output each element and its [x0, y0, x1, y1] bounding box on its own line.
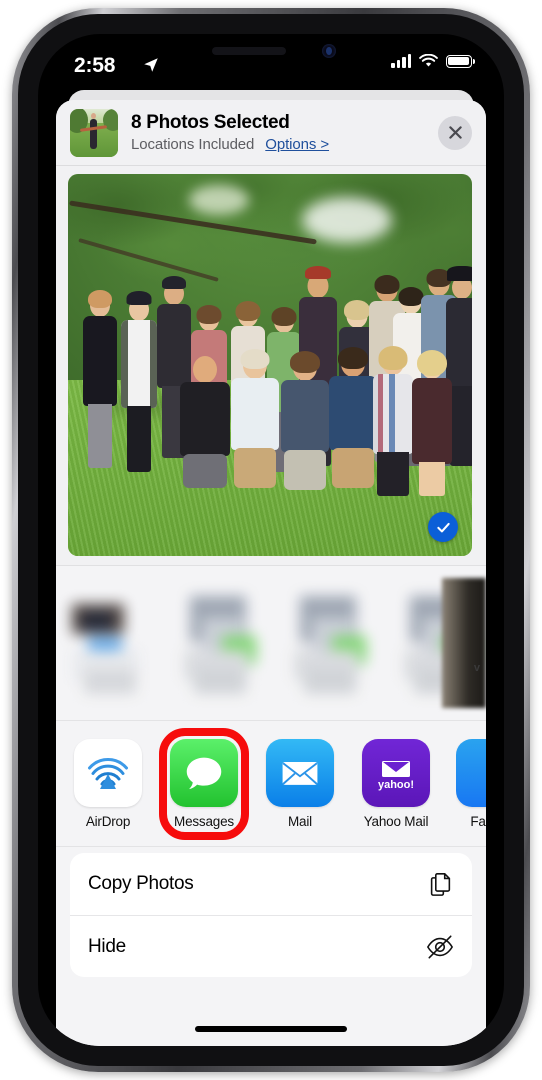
suggestion-item[interactable]: [66, 578, 162, 708]
front-camera: [322, 44, 336, 58]
notch: [174, 34, 368, 68]
share-sheet: 8 Photos Selected Locations Included Opt…: [56, 100, 486, 1046]
screenshot-stage: 2:58 8 Photos Selected Locations Include…: [0, 0, 542, 1080]
page-title: 8 Photos Selected: [131, 112, 290, 134]
photo-carousel[interactable]: [56, 166, 486, 566]
selected-photo-thumbnail[interactable]: [70, 108, 118, 157]
suggestion-thumbnails[interactable]: [66, 578, 486, 708]
battery-full-icon: [446, 54, 475, 68]
locations-included-label: Locations Included: [131, 135, 255, 153]
share-target-yahoo-mail[interactable]: yahoo! Yahoo Mail: [360, 738, 432, 829]
phone-screen: 2:58 8 Photos Selected Locations Include…: [38, 34, 504, 1046]
earpiece-speaker: [212, 47, 286, 55]
share-target-label: Messages: [174, 813, 234, 829]
share-target-mail[interactable]: Mail: [264, 738, 336, 829]
wifi-icon: [419, 54, 438, 67]
yahoo-mail-icon: yahoo!: [362, 738, 430, 807]
checkmark-circle-icon: [436, 522, 450, 532]
copy-icon: [430, 872, 451, 896]
app-share-row[interactable]: AirDrop Messages Mail yahoo! Yahoo Mail …: [56, 721, 486, 847]
messages-icon: [170, 738, 238, 807]
group-photo-outdoors[interactable]: [68, 174, 472, 556]
svg-text:yahoo!: yahoo!: [378, 779, 414, 791]
action-card: Copy Photos Hide: [70, 853, 472, 977]
airdrop-icon: [74, 738, 142, 807]
cellular-signal-icon: [391, 54, 411, 68]
mail-icon: [266, 738, 334, 807]
people-group: [68, 174, 472, 556]
facebook-icon: [456, 738, 486, 807]
photo-selected-badge[interactable]: [428, 512, 458, 542]
share-target-label: AirDrop: [85, 813, 131, 829]
share-target-label: Fa: [470, 813, 486, 829]
action-label: Copy Photos: [88, 873, 194, 894]
phone-frame: 2:58 8 Photos Selected Locations Include…: [12, 8, 530, 1072]
eye-slash-icon: [426, 934, 454, 959]
status-indicators: [391, 54, 475, 68]
share-target-label: Mail: [288, 813, 312, 829]
share-target-facebook[interactable]: Fa: [456, 738, 486, 829]
close-button[interactable]: [438, 115, 472, 150]
share-sheet-header: 8 Photos Selected Locations Included Opt…: [56, 100, 486, 166]
share-target-messages[interactable]: Messages: [159, 727, 249, 840]
share-target-airdrop[interactable]: AirDrop: [72, 738, 144, 829]
phone-bezel: 2:58 8 Photos Selected Locations Include…: [18, 14, 524, 1066]
action-label: Hide: [88, 935, 126, 957]
home-indicator[interactable]: [195, 1026, 347, 1032]
location-arrow-icon: [144, 58, 158, 72]
share-sheet-header-text: 8 Photos Selected Locations Included Opt…: [131, 112, 438, 153]
suggestions-row[interactable]: v: [56, 566, 486, 721]
action-list: Copy Photos Hide: [56, 847, 486, 1046]
share-sheet-subtitle-row: Locations Included Options >: [131, 136, 438, 153]
action-hide[interactable]: Hide: [70, 915, 472, 977]
suggestion-item-clipped[interactable]: [442, 578, 486, 708]
suggestion-item[interactable]: [176, 578, 272, 708]
photo-strip[interactable]: [56, 174, 486, 556]
share-target-label: Yahoo Mail: [363, 813, 429, 829]
suggestion-item[interactable]: [286, 578, 382, 708]
suggestion-edge-label: v: [473, 662, 480, 674]
action-copy-photos[interactable]: Copy Photos: [70, 853, 472, 915]
status-time: 2:58: [74, 54, 116, 77]
close-icon: [448, 126, 462, 139]
options-link[interactable]: Options >: [265, 136, 329, 153]
